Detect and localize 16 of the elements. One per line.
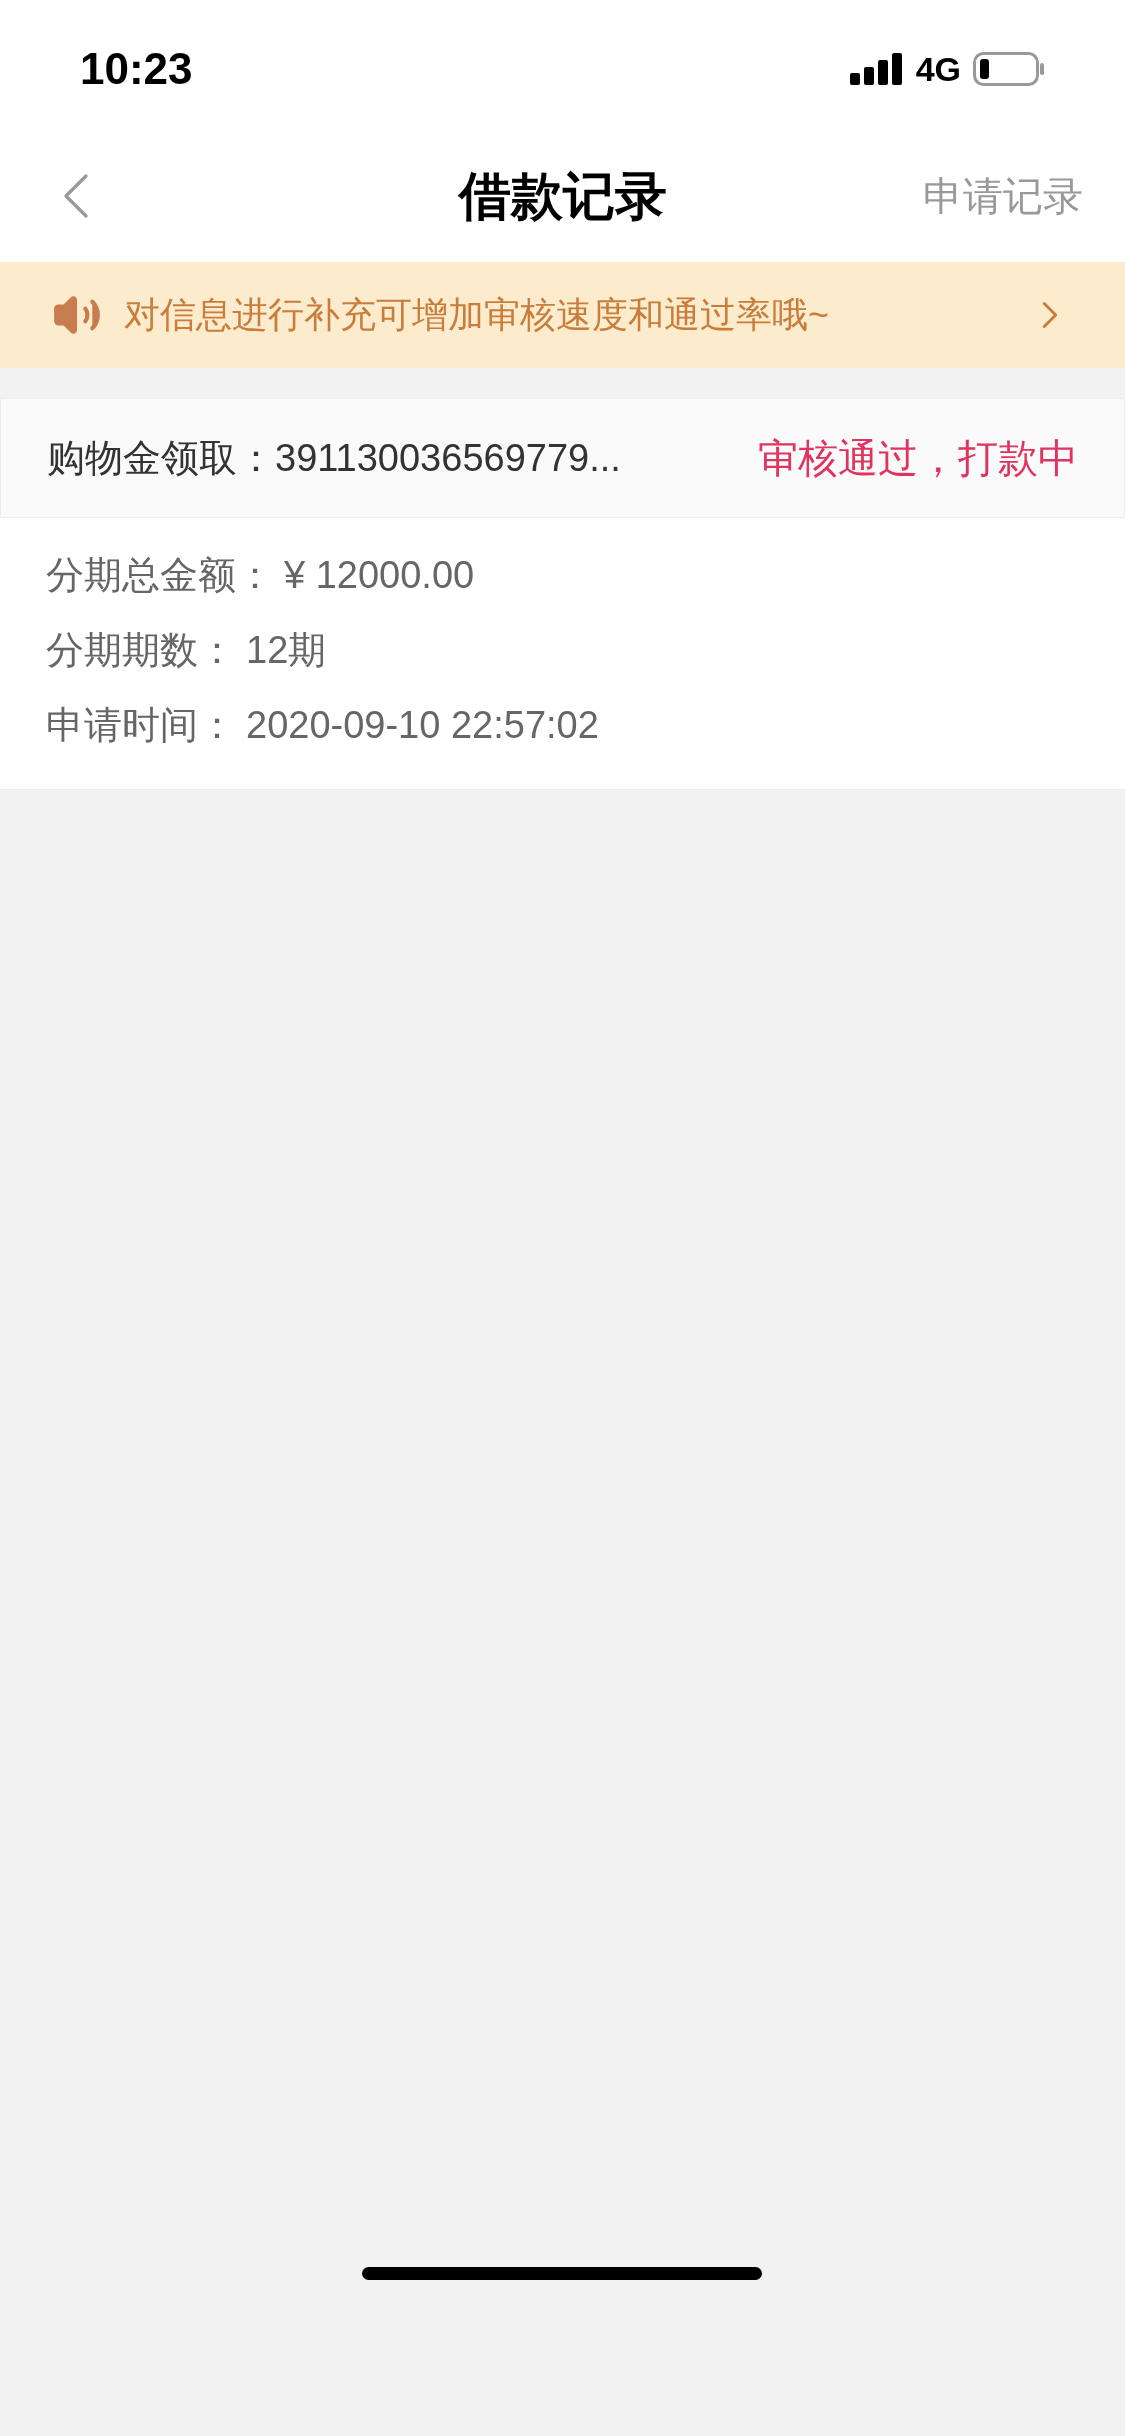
detail-label: 分期期数： xyxy=(46,628,236,673)
detail-value: 2020-09-10 22:57:02 xyxy=(246,703,599,748)
apply-records-link[interactable]: 申请记录 xyxy=(923,166,1083,226)
notice-banner[interactable]: 对信息进行补充可增加审核速度和通过率哦~ xyxy=(0,262,1125,368)
status-time: 10:23 xyxy=(80,43,193,95)
detail-label: 申请时间： xyxy=(46,703,236,748)
record-status: 审核通过，打款中 xyxy=(758,435,1078,482)
notice-text: 对信息进行补充可增加审核速度和通过率哦~ xyxy=(124,293,831,337)
detail-label: 分期总金额： xyxy=(46,553,274,598)
battery-icon xyxy=(973,52,1045,86)
network-label: 4G xyxy=(915,48,961,90)
detail-value: ¥ 12000.00 xyxy=(284,553,475,598)
record-title: 购物金领取：391130036569779... xyxy=(47,435,621,481)
signal-icon xyxy=(849,53,904,85)
detail-value: 12期 xyxy=(246,628,327,673)
page-title: 借款记录 xyxy=(458,166,667,227)
